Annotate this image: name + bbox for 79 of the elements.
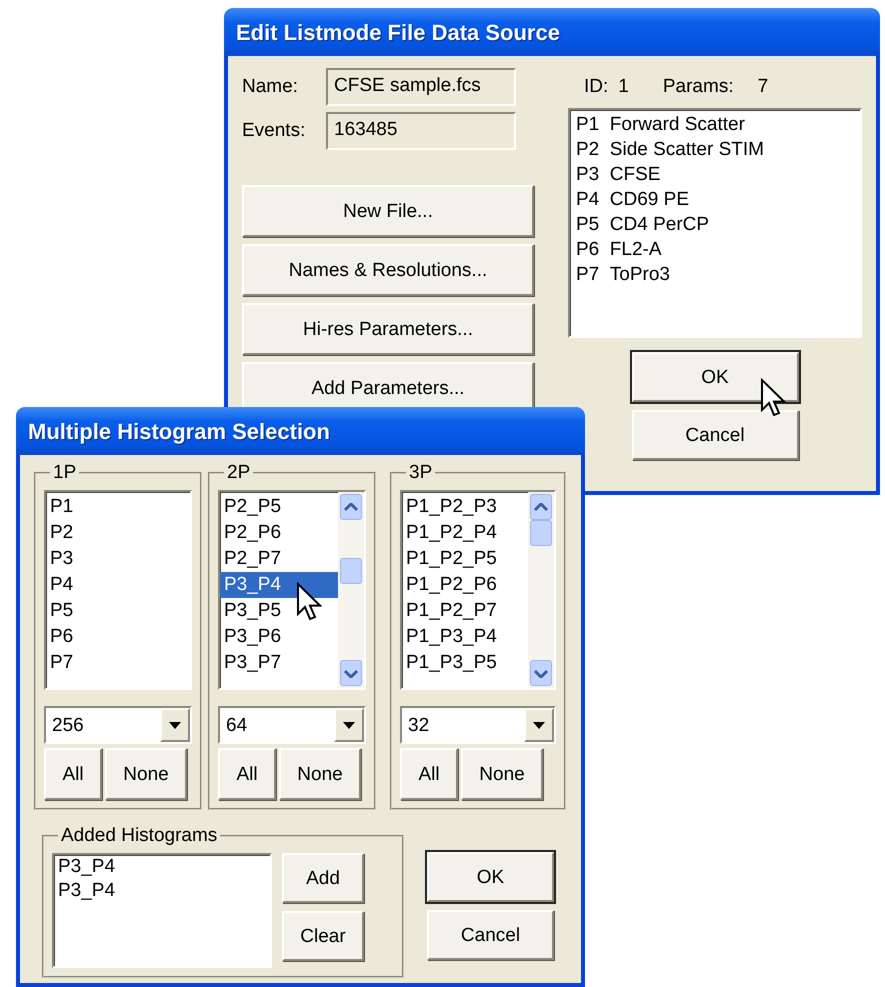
list-item[interactable]: P1 Forward Scatter xyxy=(570,112,860,137)
list-item[interactable]: P7 ToPro3 xyxy=(570,262,860,287)
button[interactable]: All xyxy=(218,748,276,800)
text-field[interactable]: CFSE sample.fcs xyxy=(326,68,516,106)
list-item[interactable]: P3_P7 xyxy=(220,650,338,676)
list-item[interactable]: P1_P3_P5 xyxy=(402,650,528,676)
list-box[interactable]: P1_P2_P3 P1_P2_P4 P1_P2_P5 P1_P2_P6 P1_P2_P7 P1_P3_P4 P1_P3_P5 xyxy=(400,490,556,690)
button[interactable]: OK xyxy=(427,852,554,902)
button[interactable]: None xyxy=(461,748,543,800)
scroll-down-button[interactable] xyxy=(340,660,362,686)
button[interactable]: Hi-res Parameters... xyxy=(242,303,534,355)
group-label: 2P xyxy=(226,463,252,482)
dropdown-arrow-icon xyxy=(533,722,545,728)
list-item[interactable]: P3_P5 xyxy=(220,598,338,624)
id-value: 1 xyxy=(618,75,629,99)
text-field[interactable]: 163485 xyxy=(326,112,516,150)
cursor-icon xyxy=(760,378,786,418)
list-box[interactable]: P2_P5 P2_P6 P2_P7 P3_P4 P3_P5 P3_P6 P3_P7 xyxy=(218,490,366,690)
group-label: 3P xyxy=(408,463,434,482)
list-item[interactable]: P6 xyxy=(46,624,190,650)
scroll-thumb[interactable] xyxy=(340,558,362,584)
list-item[interactable]: P5 CD4 PerCP xyxy=(570,212,860,237)
list-item[interactable]: P1_P2_P3 xyxy=(402,494,528,520)
list-item[interactable]: P2 Side Scatter STIM xyxy=(570,137,860,162)
window-title: Edit Listmode File Data Source xyxy=(224,8,880,56)
list-item[interactable]: P1_P3_P4 xyxy=(402,624,528,650)
list-item[interactable]: P3 xyxy=(46,546,190,572)
window-title: Multiple Histogram Selection xyxy=(16,407,585,455)
dropdown[interactable]: 64 xyxy=(218,706,366,744)
dropdown-arrow-icon xyxy=(169,722,181,728)
button[interactable]: Clear xyxy=(282,911,364,961)
dropdown[interactable]: 32 xyxy=(400,706,556,744)
list-item[interactable]: P1_P2_P7 xyxy=(402,598,528,624)
list-item[interactable]: P7 xyxy=(46,650,190,676)
list-item[interactable]: P1_P2_P4 xyxy=(402,520,528,546)
list-box[interactable]: P3_P4 P3_P4 xyxy=(52,853,272,968)
button[interactable]: None xyxy=(279,748,361,800)
list-item[interactable]: P1 xyxy=(46,494,190,520)
list-item[interactable]: P3_P4 xyxy=(54,855,270,879)
list-item[interactable]: P2 xyxy=(46,520,190,546)
scroll-down-button[interactable] xyxy=(530,660,552,686)
scrollbar[interactable] xyxy=(528,492,554,688)
list-item[interactable]: P3 CFSE xyxy=(570,162,860,187)
cursor-icon xyxy=(296,582,322,622)
button[interactable]: Add xyxy=(282,853,364,903)
group-label: Added Histograms xyxy=(60,826,218,845)
button[interactable]: Cancel xyxy=(427,910,554,960)
button[interactable]: None xyxy=(105,748,187,800)
button[interactable]: OK xyxy=(632,352,798,402)
params-label: Params: xyxy=(662,75,734,99)
group-label: 1P xyxy=(52,463,78,482)
scrollbar[interactable] xyxy=(338,492,364,688)
button[interactable]: New File... xyxy=(242,185,534,237)
button[interactable]: All xyxy=(400,748,458,800)
list-item[interactable]: P5 xyxy=(46,598,190,624)
list-item[interactable]: P6 FL2-A xyxy=(570,237,860,262)
scroll-thumb[interactable] xyxy=(530,520,552,546)
params-value: 7 xyxy=(758,75,768,99)
list-item[interactable]: P2_P6 xyxy=(220,520,338,546)
list-item[interactable]: P2_P5 xyxy=(220,494,338,520)
scroll-up-button[interactable] xyxy=(340,494,362,520)
list-item[interactable]: P4 CD69 PE xyxy=(570,187,860,212)
scroll-up-button[interactable] xyxy=(530,494,552,520)
parameter-list[interactable]: P1 Forward Scatter P2 Side Scatter STIM P3 CFSE P4 CD69 PE P5 CD4 PerCP P6 FL2-A P7 ToPro3 xyxy=(568,108,862,338)
list-item[interactable]: P4 xyxy=(46,572,190,598)
button[interactable]: Cancel xyxy=(632,410,798,460)
list-box[interactable]: P1 P2 P3 P4 P5 P6 P7 xyxy=(44,490,192,690)
list-item[interactable]: P3_P4 xyxy=(54,879,270,903)
list-item[interactable]: P2_P7 xyxy=(220,546,338,572)
list-item[interactable]: P3_P6 xyxy=(220,624,338,650)
list-item[interactable]: P1_P2_P5 xyxy=(402,546,528,572)
button[interactable]: Names & Resolutions... xyxy=(242,244,534,296)
id-label: ID: xyxy=(584,75,608,99)
button[interactable]: All xyxy=(44,748,102,800)
list-item[interactable]: P1_P2_P6 xyxy=(402,572,528,598)
dropdown[interactable]: 256 xyxy=(44,706,192,744)
field-label: Events: xyxy=(242,118,306,143)
dropdown-arrow-icon xyxy=(343,722,355,728)
field-label: Name: xyxy=(242,74,299,99)
